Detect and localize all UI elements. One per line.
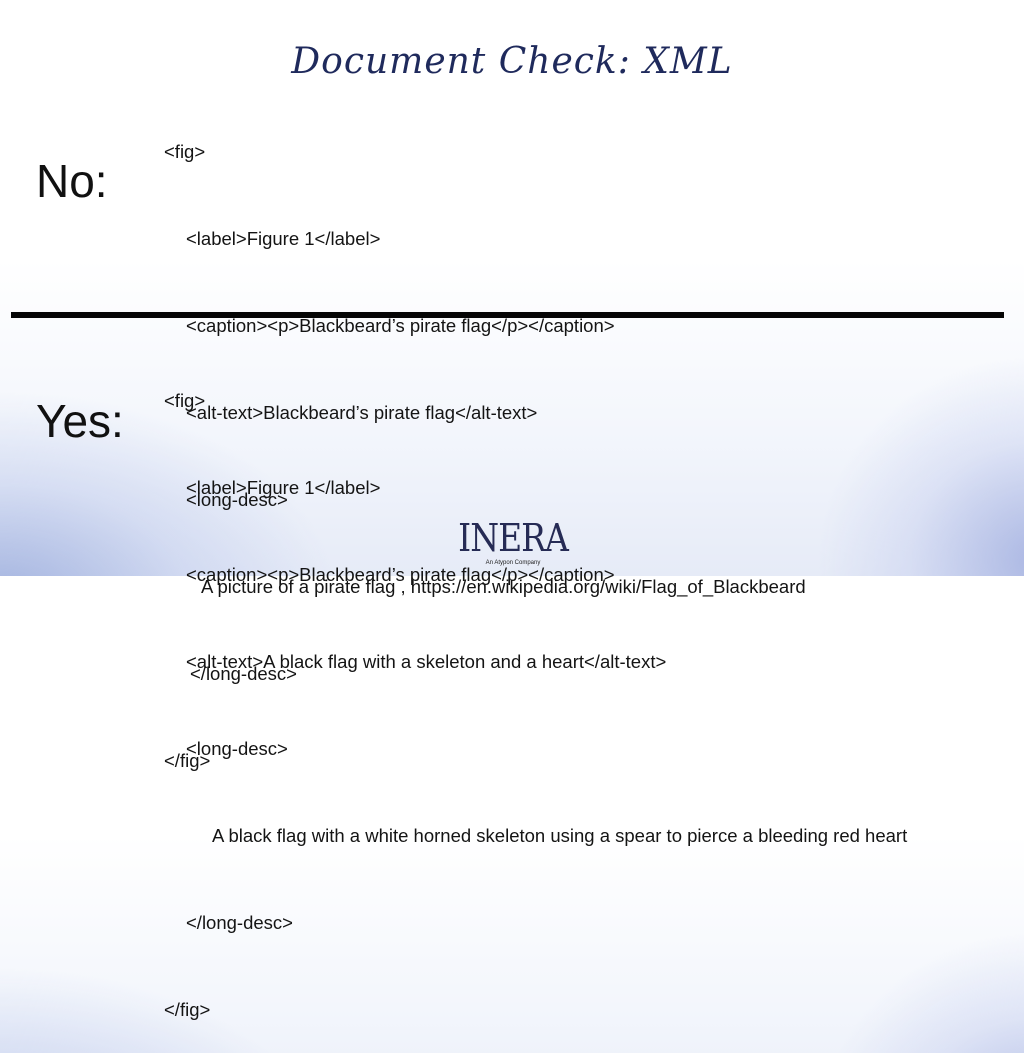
code-line-label: <label>Figure 1</label> bbox=[186, 477, 381, 498]
no-label: No: bbox=[36, 155, 108, 207]
logo-tagline: An Atypon Company bbox=[485, 560, 541, 566]
code-line-fig-open: <fig> bbox=[164, 141, 206, 162]
code-line-long-desc-close: </long-desc> bbox=[186, 912, 293, 933]
code-line-fig-open: <fig> bbox=[164, 390, 206, 411]
code-line-long-desc-body: A black flag with a white horned skeleto… bbox=[212, 825, 908, 846]
slide-title: Document Check: XML bbox=[291, 41, 733, 82]
yes-label: Yes: bbox=[36, 395, 124, 447]
section-divider bbox=[11, 312, 1004, 318]
logo-wordmark: INERA bbox=[458, 515, 569, 561]
code-line-label: <label>Figure 1</label> bbox=[186, 228, 381, 249]
good-example-xml: <fig> <label>Figure 1</label> <caption><… bbox=[164, 328, 907, 1053]
code-line-long-desc-open: <long-desc> bbox=[186, 738, 288, 759]
code-line-fig-close: </fig> bbox=[164, 999, 211, 1020]
inera-logo: INERA An Atypon Company bbox=[457, 519, 569, 566]
code-line-alt-text: <alt-text>A black flag with a skeleton a… bbox=[186, 651, 667, 672]
